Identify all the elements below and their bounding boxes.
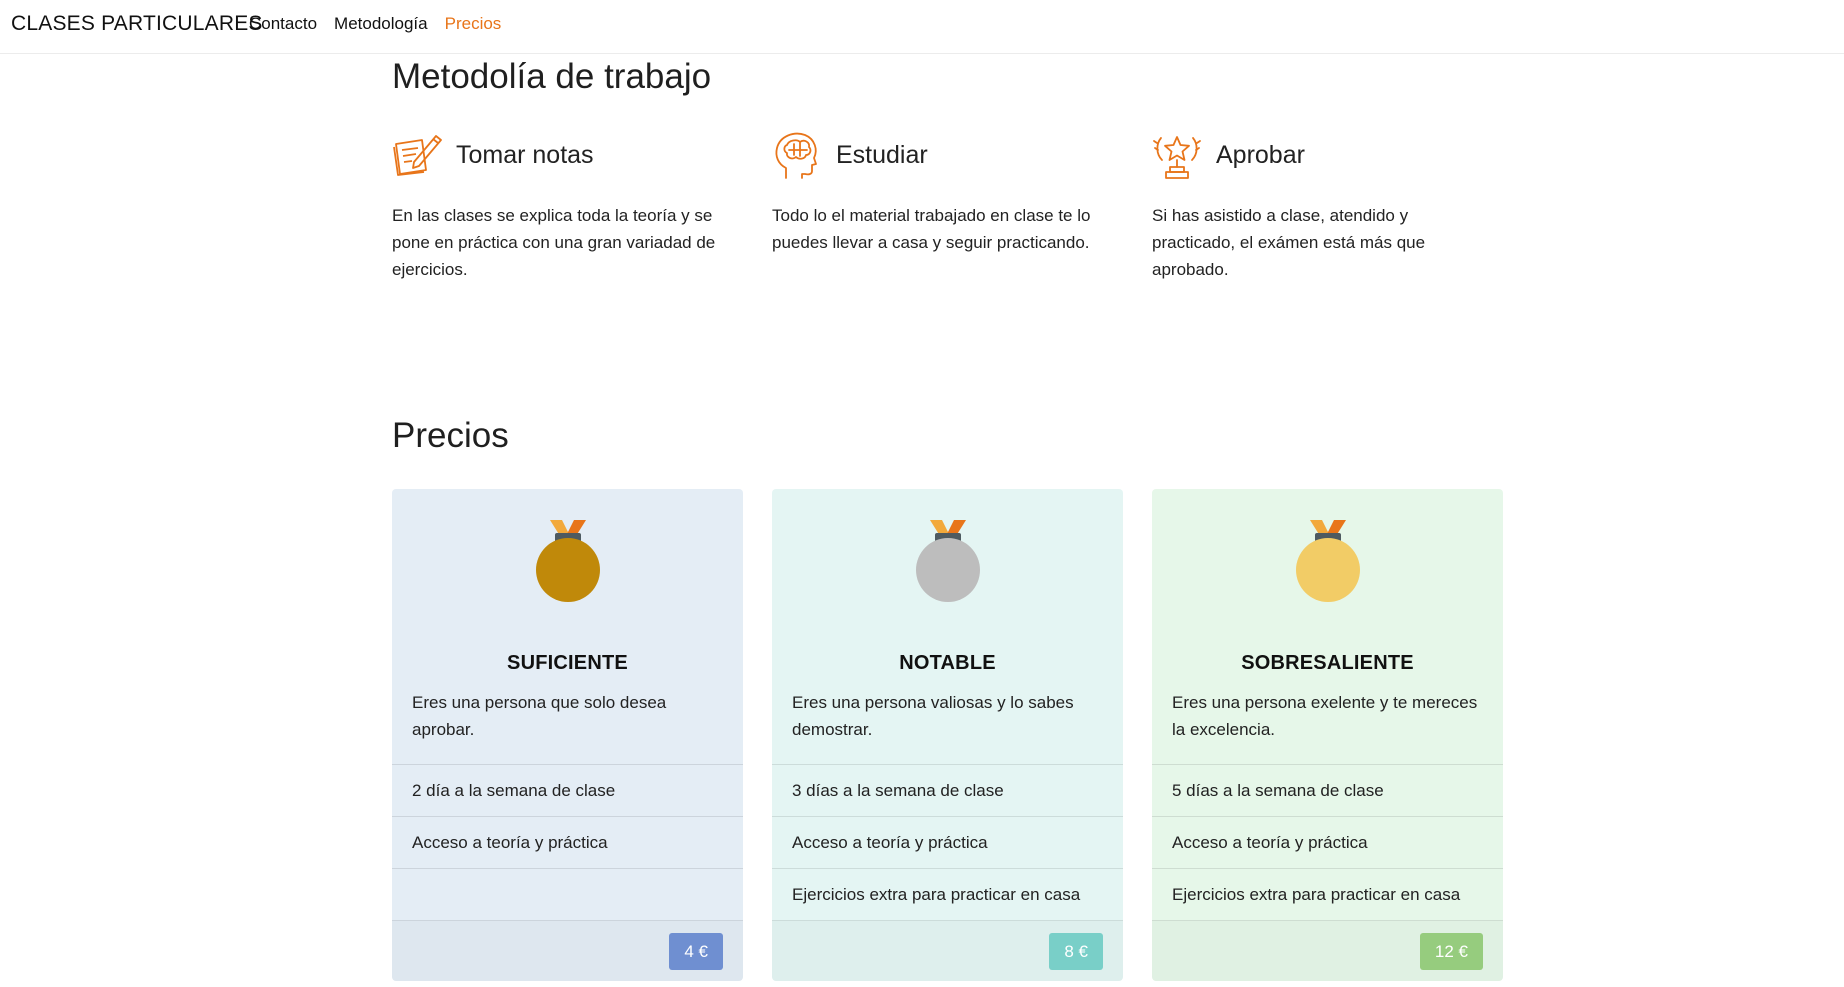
list-item: Ejercicios extra para practicar en casa	[772, 869, 1123, 921]
list-item: Ejercicios extra para practicar en casa	[1152, 869, 1503, 921]
card-description: Eres una persona exelente y te mereces l…	[1172, 693, 1478, 739]
list-item: Acceso a teoría y práctica	[1152, 817, 1503, 869]
card-feature-list: 3 días a la semana de clase Acceso a teo…	[772, 764, 1123, 921]
trophy-star-icon	[1153, 136, 1201, 179]
list-item: 5 días a la semana de clase	[1152, 765, 1503, 817]
feature-title: Estudiar	[836, 140, 928, 169]
feature-text: Todo lo el material trabajado en clase t…	[772, 206, 1091, 252]
pricing-title: Precios	[392, 416, 509, 455]
price-button[interactable]: 8 €	[1049, 933, 1103, 970]
price-button[interactable]: 12 €	[1419, 933, 1483, 970]
pricing-card-suficiente: SUFICIENTE Eres una persona que solo des…	[392, 489, 743, 981]
nav-link-metodologia[interactable]: Metodología	[334, 14, 428, 34]
card-footer: 4 €	[392, 921, 743, 981]
feature-text: Si has asistido a clase, atendido y prac…	[1152, 206, 1426, 279]
card-title: SUFICIENTE	[507, 652, 628, 674]
list-item: 2 día a la semana de clase	[392, 765, 743, 817]
nav-link-precios[interactable]: Precios	[445, 14, 502, 34]
methodology-title: Metodolía de trabajo	[392, 57, 712, 96]
bronze-medal-icon	[536, 520, 600, 602]
card-feature-list: 5 días a la semana de clase Acceso a teo…	[1152, 764, 1503, 921]
card-footer: 12 €	[1152, 921, 1503, 981]
pricing-card-notable: NOTABLE Eres una persona valiosas y lo s…	[772, 489, 1123, 981]
card-footer: 8 €	[772, 921, 1123, 981]
brain-icon	[775, 132, 817, 179]
nav-link-contacto[interactable]: Contacto	[249, 14, 317, 34]
card-description: Eres una persona valiosas y lo sabes dem…	[792, 693, 1074, 739]
pricing-card-sobresaliente: SOBRESALIENTE Eres una persona exelente …	[1152, 489, 1503, 981]
list-item: Acceso a teoría y práctica	[772, 817, 1123, 869]
card-feature-list: 2 día a la semana de clase Acceso a teor…	[392, 764, 743, 921]
nav-links: Contacto Metodología Precios	[249, 14, 501, 34]
feature-title: Aprobar	[1216, 140, 1305, 169]
feature-estudiar: Estudiar Todo lo el material trabajado e…	[772, 130, 1112, 256]
list-item	[392, 869, 743, 921]
gold-medal-icon	[1296, 520, 1360, 602]
silver-medal-icon	[916, 520, 980, 602]
navbar: CLASES PARTICULARES Contacto Metodología…	[0, 0, 1844, 54]
card-title: SOBRESALIENTE	[1241, 652, 1414, 674]
feature-tomar-notas: Tomar notas En las clases se explica tod…	[392, 130, 732, 283]
card-description: Eres una persona que solo desea aprobar.	[412, 693, 667, 739]
brand-logo[interactable]: CLASES PARTICULARES	[11, 12, 263, 36]
feature-title: Tomar notas	[456, 140, 594, 169]
price-button[interactable]: 4 €	[669, 933, 723, 970]
card-title: NOTABLE	[899, 652, 996, 674]
list-item: 3 días a la semana de clase	[772, 765, 1123, 817]
feature-aprobar: Aprobar Si has asistido a clase, atendid…	[1152, 130, 1492, 283]
feature-text: En las clases se explica toda la teoría …	[392, 206, 716, 279]
notes-icon	[393, 135, 442, 176]
list-item: Acceso a teoría y práctica	[392, 817, 743, 869]
